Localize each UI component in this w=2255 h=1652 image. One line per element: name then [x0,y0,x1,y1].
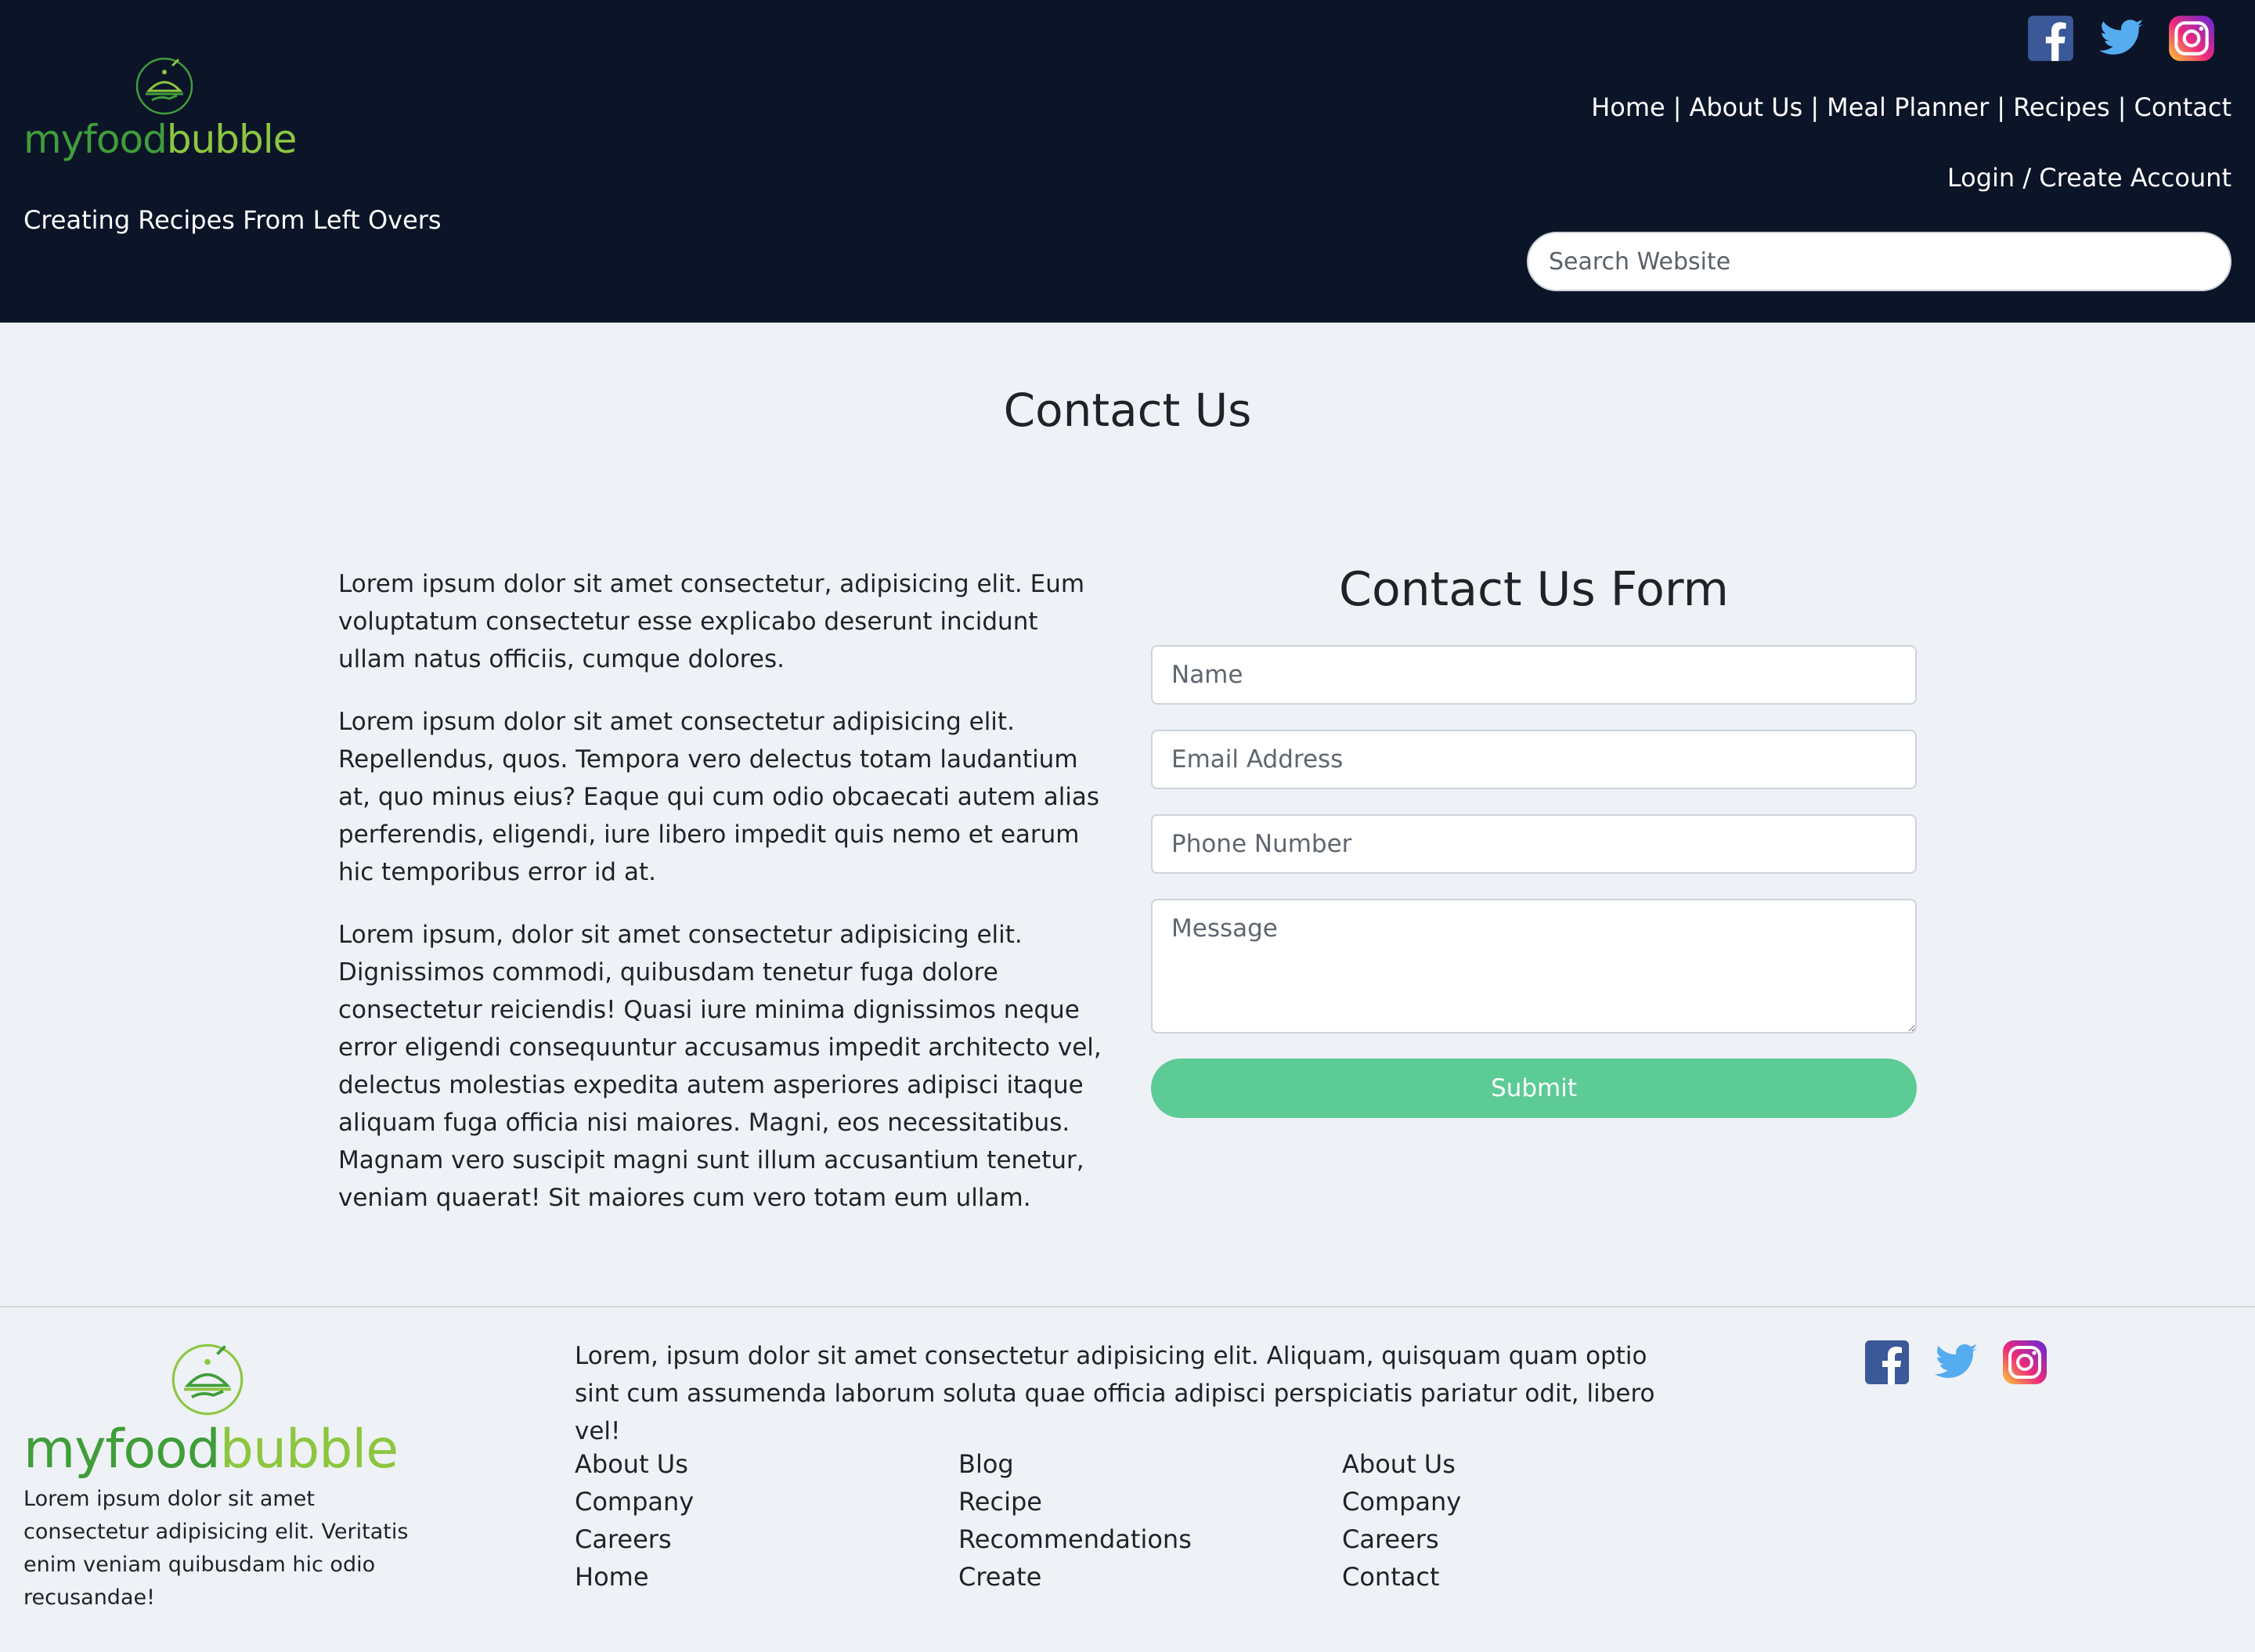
site-header: myfoodbubble Creating Recipes From Left … [0,0,2255,323]
twitter-icon[interactable] [2097,14,2145,63]
paragraph: Lorem ipsum dolor sit amet consectetur, … [338,570,1085,673]
footer-link[interactable]: Create [958,1558,1192,1596]
footer-link[interactable]: Company [1342,1483,1461,1520]
contact-info-text: Lorem ipsum dolor sit amet consectetur, … [338,565,1106,1242]
instagram-icon[interactable] [2001,1339,2048,1386]
facebook-icon[interactable] [1864,1339,1910,1386]
footer-link[interactable]: Home [575,1558,694,1596]
tagline: Creating Recipes From Left Overs [23,205,442,235]
footer-link[interactable]: Blog [958,1445,1192,1483]
facebook-icon[interactable] [2026,14,2075,63]
footer-link[interactable]: Company [575,1483,694,1520]
submit-button[interactable]: Submit [1151,1059,1917,1118]
email-field[interactable] [1151,730,1917,789]
footer-link[interactable]: About Us [575,1445,694,1483]
page-title: Contact Us [1003,384,1252,437]
message-field[interactable] [1151,899,1917,1033]
site-logo[interactable]: myfoodbubble [23,55,321,172]
paragraph: Lorem ipsum, dolor sit amet consectetur … [338,921,1102,1212]
nav-separator: | [1810,92,1820,122]
login-create-account-link[interactable]: Login / Create Account [1947,163,2232,193]
nav-home[interactable]: Home [1591,92,1665,122]
twitter-icon[interactable] [1932,1339,1979,1386]
brand-part2: bubble [219,1419,399,1481]
cloche-logo-icon [135,57,193,115]
brand-part1: myfood [23,1419,221,1481]
footer-link[interactable]: Contact [1342,1558,1461,1596]
paragraph: Lorem ipsum dolor sit amet consectetur a… [338,708,1100,886]
footer-link[interactable]: Recipe [958,1483,1192,1520]
footer-column-2: Blog Recipe Recommendations Create [958,1445,1192,1596]
footer-logo[interactable]: myfoodbubble [23,1340,399,1481]
header-social-links [2026,14,2216,63]
brand-part1: myfood [23,117,168,162]
footer-column-3: About Us Company Careers Contact [1342,1445,1461,1596]
form-title: Contact Us Form [1339,562,1729,617]
footer-about-text: Lorem ipsum dolor sit amet consectetur a… [23,1487,409,1610]
brand-part2: bubble [166,117,298,162]
nav-meal-planner[interactable]: Meal Planner [1827,92,1989,122]
name-field[interactable] [1151,645,1917,705]
cloche-logo-icon [171,1344,244,1416]
footer-link[interactable]: Careers [1342,1520,1461,1558]
footer-link[interactable]: About Us [1342,1445,1461,1483]
footer-link[interactable]: Recommendations [958,1520,1192,1558]
phone-field[interactable] [1151,814,1917,874]
nav-separator: | [2117,92,2127,122]
footer-link[interactable]: Careers [575,1520,694,1558]
brand-wordmark: myfoodbubble [23,116,298,163]
footer-description: Lorem, ipsum dolor sit amet consectetur … [575,1342,1655,1445]
nav-contact[interactable]: Contact [2134,92,2232,122]
nav-separator: | [1997,92,2006,122]
instagram-icon[interactable] [2167,14,2216,63]
nav-recipes[interactable]: Recipes [2013,92,2110,122]
nav-about-us[interactable]: About Us [1689,92,1802,122]
footer-column-1: About Us Company Careers Home [575,1445,694,1596]
brand-wordmark: myfoodbubble [23,1419,399,1481]
nav-separator: | [1672,92,1682,122]
footer-social-links [1864,1339,2048,1386]
footer-divider [0,1306,2255,1308]
contact-form: Contact Us Form Submit [1151,562,1917,1118]
main-nav: Home | About Us | Meal Planner | Recipes… [1591,92,2232,122]
search-input[interactable] [1527,232,2232,291]
